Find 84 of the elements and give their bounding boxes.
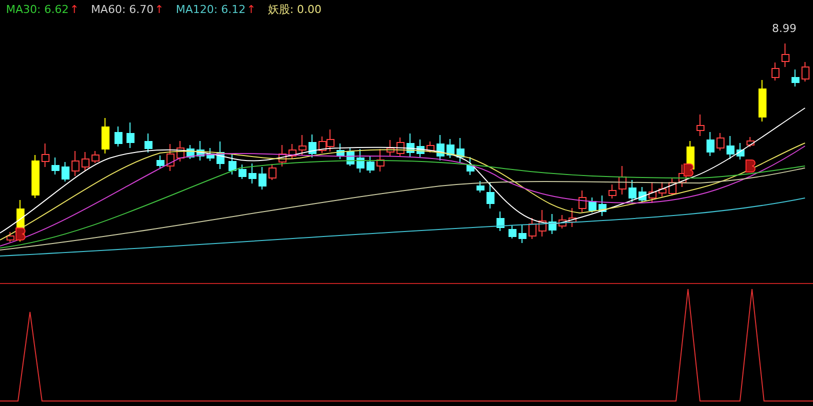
candlestick bbox=[102, 118, 110, 154]
candlestick bbox=[638, 186, 646, 203]
candlestick bbox=[228, 153, 236, 175]
candlestick bbox=[238, 164, 246, 180]
candlestick bbox=[72, 150, 80, 176]
candlestick bbox=[466, 156, 474, 176]
candlestick bbox=[782, 43, 790, 68]
candlestick bbox=[746, 136, 754, 148]
candlestick bbox=[668, 178, 676, 196]
candlestick bbox=[476, 180, 484, 193]
candlestick bbox=[648, 182, 656, 204]
arrow-glyph: ↑ bbox=[154, 2, 164, 16]
arrow-glyph: ↑ bbox=[246, 2, 256, 16]
candlestick bbox=[706, 132, 714, 156]
candlestick bbox=[298, 134, 306, 156]
buy-marker-icon bbox=[684, 164, 694, 176]
candlestick bbox=[508, 225, 516, 239]
candlestick bbox=[598, 195, 606, 216]
candlestick bbox=[156, 155, 164, 168]
candlestick bbox=[618, 166, 626, 195]
candlestick bbox=[126, 122, 134, 148]
candlestick bbox=[658, 182, 666, 197]
candlestick bbox=[528, 218, 536, 240]
candlestick bbox=[736, 142, 744, 160]
buy-marker-icon bbox=[16, 228, 26, 240]
candlestick bbox=[772, 62, 780, 81]
candlestick bbox=[496, 211, 504, 232]
candlestick bbox=[758, 80, 766, 122]
candlestick bbox=[518, 224, 526, 244]
candlestick bbox=[396, 137, 404, 156]
candlestick bbox=[376, 148, 384, 172]
candlestick bbox=[456, 138, 464, 163]
arrow-glyph: ↑ bbox=[70, 2, 79, 16]
candlestick bbox=[486, 182, 494, 209]
candlestick bbox=[558, 214, 566, 229]
candlestick bbox=[792, 69, 800, 87]
indicator-value: MA30: 6.62 bbox=[6, 2, 69, 16]
candlestick bbox=[114, 126, 122, 147]
candlestick bbox=[386, 140, 394, 156]
candlestick bbox=[278, 144, 286, 167]
candlestick bbox=[258, 166, 266, 190]
price-label: 8.99 bbox=[772, 22, 796, 35]
candlestick bbox=[42, 143, 50, 168]
candlestick bbox=[802, 62, 810, 82]
indicator-value: MA60: 6.70 bbox=[90, 2, 154, 16]
indicator-value: 妖股: 0.00 bbox=[268, 2, 322, 16]
candlestick bbox=[92, 150, 100, 164]
candlestick bbox=[216, 141, 224, 170]
candlestick bbox=[538, 210, 546, 237]
candlestick bbox=[268, 164, 276, 180]
candlestick bbox=[166, 144, 174, 172]
candlestick bbox=[366, 156, 374, 174]
candlestick bbox=[446, 138, 454, 158]
candlestick bbox=[176, 140, 184, 162]
candlestick bbox=[336, 143, 344, 160]
indicator-value: MA120: 6.12 bbox=[176, 2, 246, 16]
candlestick bbox=[206, 148, 214, 162]
candlestick bbox=[62, 162, 70, 182]
candlestick bbox=[696, 114, 704, 136]
candlestick bbox=[726, 136, 734, 160]
candlestick bbox=[288, 144, 296, 160]
candlestick bbox=[716, 132, 724, 151]
candlestick bbox=[52, 157, 60, 175]
candlestick bbox=[82, 152, 90, 171]
candlestick bbox=[608, 184, 616, 199]
candlestick bbox=[6, 232, 14, 242]
candlestick bbox=[628, 180, 636, 202]
candlestick bbox=[406, 133, 414, 158]
candlestick bbox=[308, 134, 316, 158]
candlestick bbox=[416, 139, 424, 158]
candlestick bbox=[196, 140, 204, 161]
candlestick bbox=[248, 163, 256, 184]
candlestick bbox=[568, 208, 576, 228]
candlestick bbox=[578, 190, 586, 212]
candlestick bbox=[186, 144, 194, 160]
candlestick bbox=[32, 154, 40, 198]
candlestick bbox=[436, 134, 444, 161]
candlestick bbox=[346, 148, 354, 166]
candlestick bbox=[426, 141, 434, 153]
candlestick bbox=[588, 197, 596, 213]
buy-marker-icon bbox=[746, 160, 756, 172]
candlestick bbox=[144, 133, 152, 153]
candlestick bbox=[356, 148, 364, 173]
candlestick bbox=[548, 214, 556, 234]
